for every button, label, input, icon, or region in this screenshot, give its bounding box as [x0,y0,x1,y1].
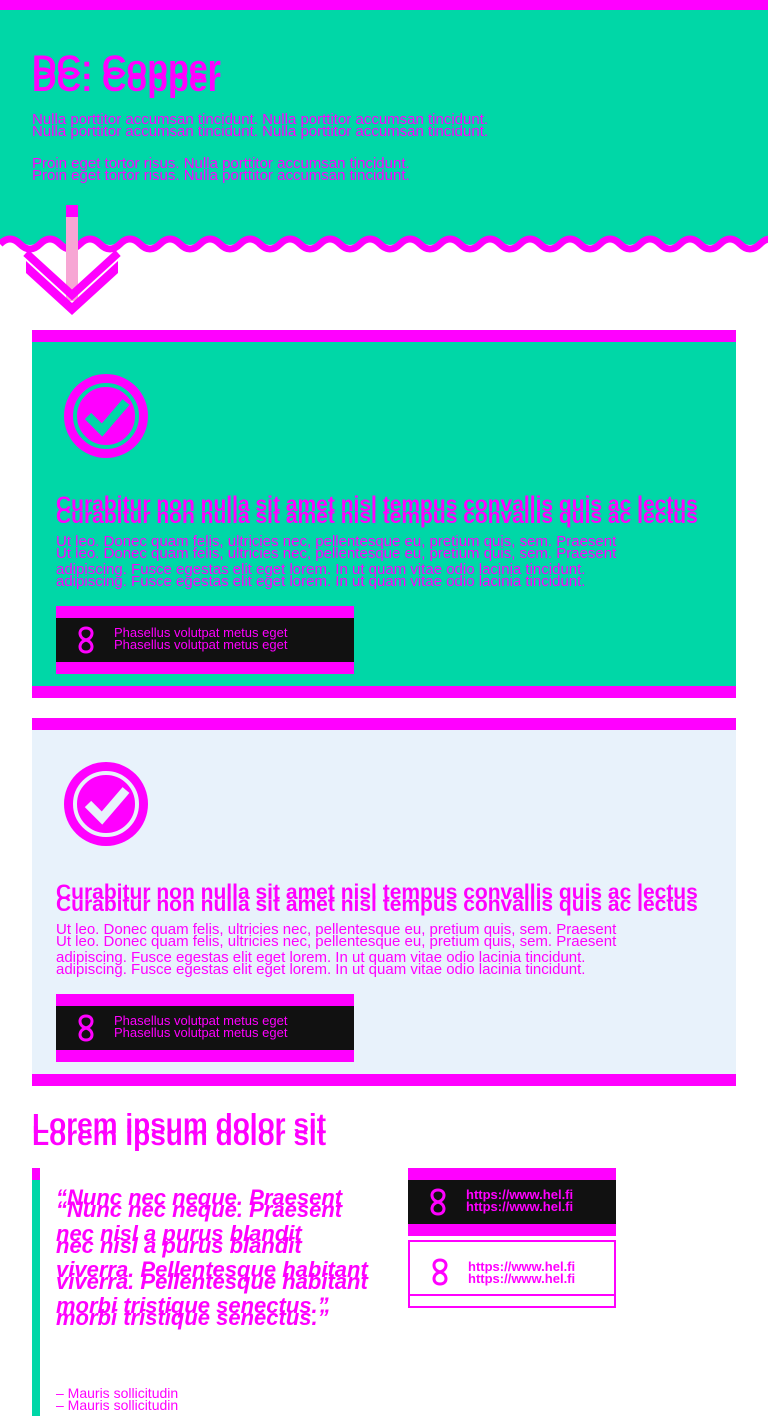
card-body: Ut leo. Donec quam felis, ultricies nec,… [56,921,617,978]
hero-paragraph-1: Nulla porttitor accumsan tincidunt. Null… [32,111,489,140]
link-label: https://www.hel.fi https://www.hel.fi [466,1187,574,1214]
quote-accent-bar [32,1168,40,1416]
link-glyph-icon [432,1258,448,1286]
arrow-down-icon[interactable] [20,205,124,320]
card-action-button[interactable]: Phasellus volutpat metus eget Phasellus v… [56,606,354,674]
feature-card-1: Curabitur non nulla sit amet nisl tempus… [32,330,736,698]
external-link-button-outline[interactable]: https://www.hel.fi https://www.hel.fi [408,1240,616,1308]
quote-author: – Mauris sollicitudin – Mauris sollicitud… [56,1385,179,1413]
card-body: Ut leo. Donec quam felis, ultricies nec,… [56,533,617,590]
link-glyph-icon [430,1188,446,1216]
link-glyph-icon [78,1014,94,1042]
card-action-button[interactable]: Phasellus volutpat metus eget Phasellus v… [56,994,354,1062]
card-title: Curabitur non nulla sit amet nisl tempus… [56,493,698,528]
page-title: DC: Copper DC: Copper [32,49,221,99]
button-label: Phasellus volutpat metus eget Phasellus v… [114,625,288,652]
feature-card-2: Curabitur non nulla sit amet nisl tempus… [32,718,736,1086]
checkmark-circle-icon [64,762,148,846]
blockquote: “Nunc nec neque. Praesent nec nisl a pur… [56,1185,368,1330]
top-accent-bar [0,0,768,10]
button-label: Phasellus volutpat metus eget Phasellus v… [114,1013,288,1040]
hero-paragraph-2: Proin eget tortor risus. Nulla porttitor… [32,155,410,184]
checkmark-circle-icon [64,374,148,458]
external-link-button[interactable]: https://www.hel.fi https://www.hel.fi [408,1168,616,1236]
link-glyph-icon [78,626,94,654]
section-title: Lorem ipsum dolor sit Lorem ipsum dolor s… [32,1108,327,1151]
link-label: https://www.hel.fi https://www.hel.fi [468,1259,576,1286]
card-title: Curabitur non nulla sit amet nisl tempus… [56,881,698,916]
